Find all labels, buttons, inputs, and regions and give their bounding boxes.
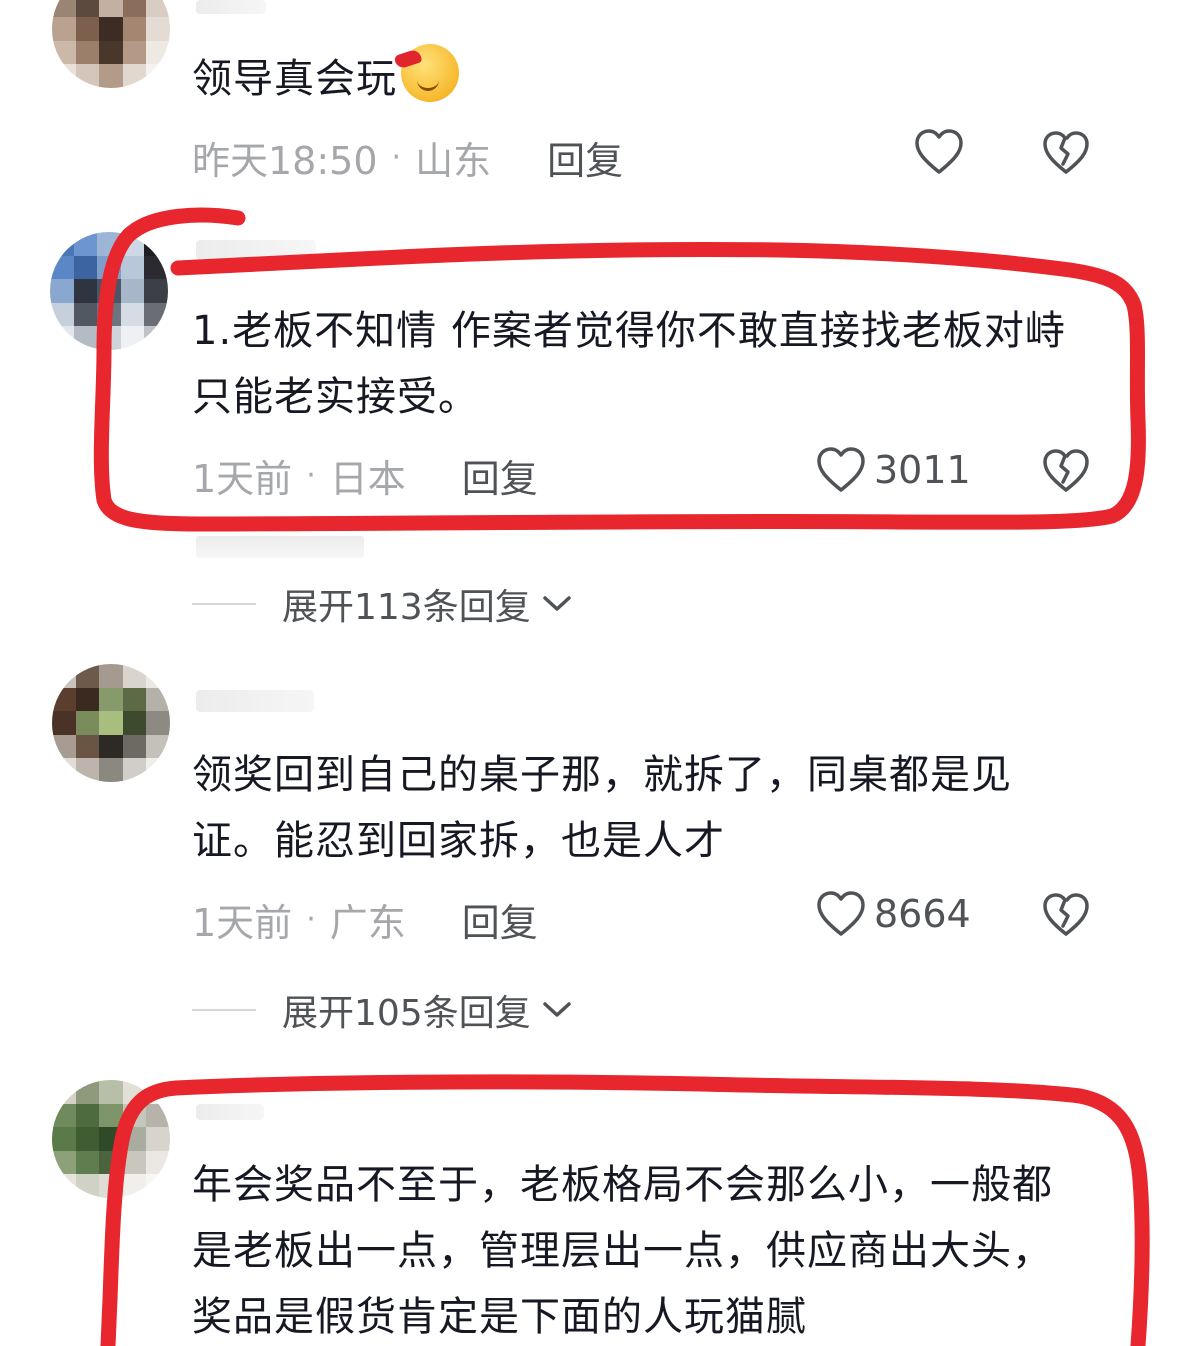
comment-text: 1.老板不知情 作案者觉得你不敢直接找老板对峙 只能老实接受。 [192,308,1066,420]
like-count: 8664 [874,892,971,936]
author-replied-tag [196,536,364,558]
divider [192,1009,256,1011]
dislike-button[interactable] [1042,130,1090,180]
comment-meta: 1天前 · 日本 回复 [192,448,538,503]
avatar[interactable] [50,232,168,350]
broken-heart-icon [1043,131,1089,174]
comment-location: 山东 [415,139,492,183]
heart-icon [817,891,865,936]
like-button[interactable]: 8664 [816,890,971,938]
username[interactable] [196,690,314,712]
reply-button[interactable]: 回复 [462,448,538,503]
meta-separator: · [306,458,316,493]
like-button[interactable]: 3011 [816,446,971,494]
broken-heart-icon [1043,449,1089,492]
expand-replies-label: 展开105条回复 [282,993,531,1034]
meta-separator: · [306,902,316,937]
avatar[interactable] [52,0,170,88]
divider [192,603,256,605]
comment-text: 领导真会玩 [192,44,1092,112]
comment-text: 领奖回到自己的桌子那，就拆了，同桌都是见证。能忍到回家拆，也是人才 [192,752,1012,864]
dislike-button[interactable] [1042,892,1090,942]
dislike-button[interactable] [1042,448,1090,498]
like-count: 3011 [874,448,971,492]
avatar[interactable] [52,1080,170,1198]
meta-separator: · [391,140,402,175]
username[interactable] [196,240,316,260]
comment-time: 1天前 [192,457,293,501]
chevron-down-icon [542,1002,571,1017]
reply-button[interactable]: 回复 [462,892,538,947]
broken-heart-icon [1043,893,1089,936]
comment-time: 昨天18:50 [192,139,378,183]
expand-replies-label: 展开113条回复 [282,587,531,628]
chevron-down-icon [542,596,571,611]
comment-location: 日本 [329,457,406,501]
comment-time: 1天前 [192,901,293,945]
expand-replies-button[interactable]: 展开105条回复 [192,984,573,1036]
reply-button[interactable]: 回复 [547,130,623,185]
comment-meta: 1天前 · 广东 回复 [192,892,538,947]
heart-icon [817,447,865,492]
username[interactable] [196,1104,264,1120]
comment-meta: 昨天18:50 · 山东 回复 [192,130,623,185]
smirk-santa-emoji-icon [401,44,459,102]
highlight-annotation [93,207,1150,1346]
username[interactable] [196,0,266,14]
like-button[interactable] [914,128,964,176]
comment-text: 年会奖品不至于，老板格局不会那么小，一般都是老板出一点，管理层出一点，供应商出大… [192,1162,1053,1340]
comment-location: 广东 [329,901,406,945]
avatar[interactable] [52,664,170,782]
heart-icon [915,129,963,174]
expand-replies-button[interactable]: 展开113条回复 [192,578,573,630]
